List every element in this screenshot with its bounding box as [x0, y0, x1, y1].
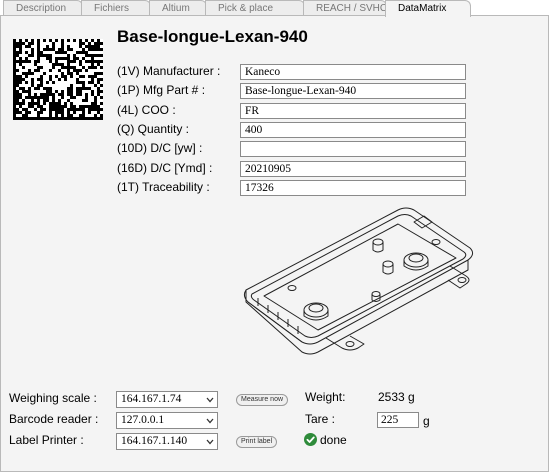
tare-label: Tare : [305, 412, 336, 426]
manufacturer-field[interactable]: Kaneco [240, 64, 466, 80]
weighing-scale-value: 164.167.1.74 [121, 393, 182, 405]
tab-label: Altium [162, 3, 190, 14]
tab-label: Fichiers [94, 3, 130, 14]
weight-value: 2533 g [378, 390, 415, 404]
tab-label: Pick & place [218, 3, 274, 14]
date-code-yw-field[interactable] [240, 141, 466, 157]
coo-label: (4L) COO : [117, 103, 176, 117]
tab-fichiers[interactable]: Fichiers [81, 0, 151, 16]
tab-reach-svhc[interactable]: REACH / SVHC [303, 0, 387, 16]
weighing-scale-select[interactable]: 164.167.1.74 [116, 391, 218, 408]
traceability-label: (1T) Traceability : [117, 180, 210, 194]
tab-bar: Description Fichiers Altium Pick & place… [0, 0, 550, 17]
chevron-down-icon [206, 397, 214, 403]
label-printer-label: Label Printer : [9, 433, 84, 447]
check-circle-icon [304, 433, 317, 446]
barcode-reader-select[interactable]: 127.0.0.1 [116, 412, 218, 429]
tab-description[interactable]: Description [3, 0, 83, 16]
mfg-part-label: (1P) Mfg Part # : [117, 83, 206, 97]
part-title: Base-longue-Lexan-940 [117, 27, 308, 46]
label-printer-select[interactable]: 164.167.1.140 [116, 433, 218, 450]
barcode-reader-label: Barcode reader : [9, 412, 99, 426]
weighing-scale-label: Weighing scale : [9, 391, 97, 405]
tare-unit: g [423, 414, 430, 428]
chevron-down-icon [206, 418, 214, 424]
tab-label: Description [16, 3, 67, 14]
coo-field[interactable]: FR [240, 103, 466, 119]
measure-now-button[interactable]: Measure now [236, 394, 289, 406]
datamatrix-code [13, 39, 103, 120]
date-code-ymd-label: (16D) D/C [Ymd] : [117, 161, 213, 175]
barcode-reader-value: 127.0.0.1 [121, 414, 165, 426]
tab-pick-and-place[interactable]: Pick & place [205, 0, 305, 16]
print-label-button[interactable]: Print label [236, 436, 278, 448]
quantity-label: (Q) Quantity : [117, 122, 190, 136]
weight-label: Weight: [305, 390, 346, 404]
chevron-down-icon [206, 439, 214, 445]
tab-altium[interactable]: Altium [149, 0, 207, 16]
date-code-ymd-field[interactable]: 20210905 [240, 161, 466, 177]
traceability-field[interactable]: 17326 [240, 180, 466, 196]
tab-label: REACH / SVHC [316, 3, 387, 14]
mfg-part-field[interactable]: Base-longue-Lexan-940 [240, 83, 466, 99]
quantity-field[interactable]: 400 [240, 122, 466, 138]
enclosure-line-drawing [243, 207, 474, 355]
tare-input[interactable]: 225 [377, 412, 419, 428]
manufacturer-label: (1V) Manufacturer : [117, 64, 221, 78]
date-code-yw-label: (10D) D/C [yw] : [117, 141, 203, 155]
tab-datamatrix[interactable]: DataMatrix [385, 0, 471, 17]
status-text: done [320, 433, 347, 447]
tab-label: DataMatrix [398, 3, 447, 14]
label-printer-value: 164.167.1.140 [121, 435, 188, 447]
